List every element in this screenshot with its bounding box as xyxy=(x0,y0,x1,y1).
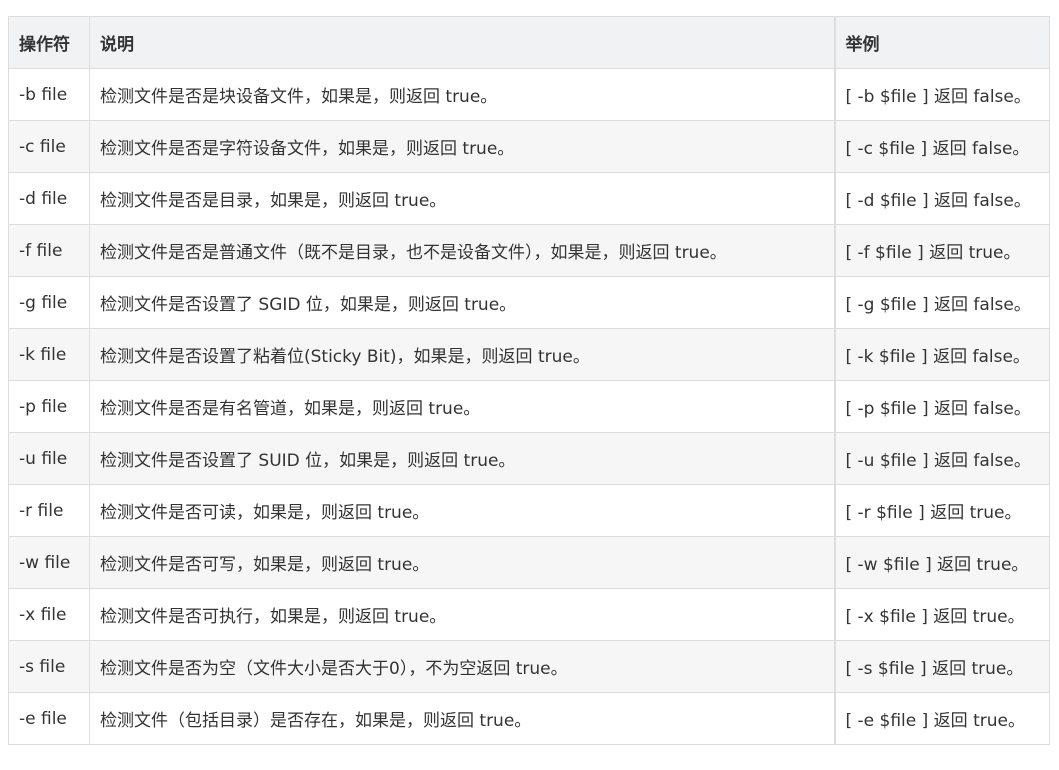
table-row: -s file 检测文件是否为空（文件大小是否大于0），不为空返回 true。[ … xyxy=(8,640,1050,693)
file-test-operators-table: 操作符 说明 举例 -b file 检测文件是否是块设备文件，如果是，则返回 tr… xyxy=(8,16,1050,745)
description-cell: 检测文件是否是块设备文件，如果是，则返回 true。 xyxy=(89,68,835,121)
table-row: -r file 检测文件是否可读，如果是，则返回 true。[ -r $file … xyxy=(8,484,1050,537)
table-row: -c file 检测文件是否是字符设备文件，如果是，则返回 true。[ -c $… xyxy=(8,120,1050,173)
table-row: -x file 检测文件是否可执行，如果是，则返回 true。[ -x $file… xyxy=(8,588,1050,641)
example-cell: [ -w $file ] 返回 true。 xyxy=(833,536,1050,589)
example-cell: [ -r $file ] 返回 true。 xyxy=(833,484,1050,537)
description-cell: 检测文件是否是字符设备文件，如果是，则返回 true。 xyxy=(89,120,835,173)
table-row: -e file 检测文件（包括目录）是否存在，如果是，则返回 true。[ -e … xyxy=(8,692,1050,745)
operator-cell: -p file xyxy=(8,380,90,433)
table-row: -f file 检测文件是否是普通文件（既不是目录，也不是设备文件），如果是，则返… xyxy=(8,224,1050,277)
description-cell: 检测文件是否设置了 SGID 位，如果是，则返回 true。 xyxy=(89,276,835,329)
example-cell: [ -x $file ] 返回 true。 xyxy=(833,588,1050,641)
table-row: -k file 检测文件是否设置了粘着位(Sticky Bit)，如果是，则返回 … xyxy=(8,328,1050,381)
example-cell: [ -p $file ] 返回 false。 xyxy=(833,380,1050,433)
table-row: -d file 检测文件是否是目录，如果是，则返回 true。[ -d $file… xyxy=(8,172,1050,225)
description-cell: 检测文件是否设置了粘着位(Sticky Bit)，如果是，则返回 true。 xyxy=(89,328,835,381)
header-example: 举例 xyxy=(833,16,1050,69)
description-cell: 检测文件是否设置了 SUID 位，如果是，则返回 true。 xyxy=(89,432,835,485)
example-cell: [ -e $file ] 返回 true。 xyxy=(833,692,1050,745)
example-cell: [ -s $file ] 返回 true。 xyxy=(833,640,1050,693)
table-row: -p file 检测文件是否是有名管道，如果是，则返回 true。[ -p $fi… xyxy=(8,380,1050,433)
description-cell: 检测文件是否可读，如果是，则返回 true。 xyxy=(89,484,835,537)
table-row: -w file 检测文件是否可写，如果是，则返回 true。[ -w $file … xyxy=(8,536,1050,589)
description-cell: 检测文件是否是有名管道，如果是，则返回 true。 xyxy=(89,380,835,433)
operator-cell: -r file xyxy=(8,484,90,537)
table-header-row: 操作符 说明 举例 xyxy=(8,16,1050,69)
table-row: -g file 检测文件是否设置了 SGID 位，如果是，则返回 true。[ -… xyxy=(8,276,1050,329)
header-operator: 操作符 xyxy=(8,16,90,69)
table-row: -b file 检测文件是否是块设备文件，如果是，则返回 true。[ -b $f… xyxy=(8,68,1050,121)
description-cell: 检测文件是否为空（文件大小是否大于0），不为空返回 true。 xyxy=(89,640,835,693)
operator-cell: -u file xyxy=(8,432,90,485)
description-cell: 检测文件是否可写，如果是，则返回 true。 xyxy=(89,536,835,589)
example-cell: [ -g $file ] 返回 false。 xyxy=(833,276,1050,329)
example-cell: [ -c $file ] 返回 false。 xyxy=(833,120,1050,173)
example-cell: [ -u $file ] 返回 false。 xyxy=(833,432,1050,485)
example-cell: [ -f $file ] 返回 true。 xyxy=(833,224,1050,277)
table-row: -u file 检测文件是否设置了 SUID 位，如果是，则返回 true。[ -… xyxy=(8,432,1050,485)
table-container: 操作符 说明 举例 -b file 检测文件是否是块设备文件，如果是，则返回 tr… xyxy=(8,16,1050,745)
operator-cell: -s file xyxy=(8,640,90,693)
description-cell: 检测文件（包括目录）是否存在，如果是，则返回 true。 xyxy=(89,692,835,745)
operator-cell: -e file xyxy=(8,692,90,745)
header-description: 说明 xyxy=(89,16,835,69)
operator-cell: -d file xyxy=(8,172,90,225)
operator-cell: -g file xyxy=(8,276,90,329)
example-cell: [ -d $file ] 返回 false。 xyxy=(833,172,1050,225)
operator-cell: -w file xyxy=(8,536,90,589)
description-cell: 检测文件是否是普通文件（既不是目录，也不是设备文件），如果是，则返回 true。 xyxy=(89,224,835,277)
example-cell: [ -b $file ] 返回 false。 xyxy=(833,68,1050,121)
description-cell: 检测文件是否可执行，如果是，则返回 true。 xyxy=(89,588,835,641)
operator-cell: -f file xyxy=(8,224,90,277)
operator-cell: -k file xyxy=(8,328,90,381)
table-body: -b file 检测文件是否是块设备文件，如果是，则返回 true。[ -b $f… xyxy=(8,68,1050,745)
operator-cell: -b file xyxy=(8,68,90,121)
operator-cell: -x file xyxy=(8,588,90,641)
operator-cell: -c file xyxy=(8,120,90,173)
example-cell: [ -k $file ] 返回 false。 xyxy=(833,328,1050,381)
description-cell: 检测文件是否是目录，如果是，则返回 true。 xyxy=(89,172,835,225)
